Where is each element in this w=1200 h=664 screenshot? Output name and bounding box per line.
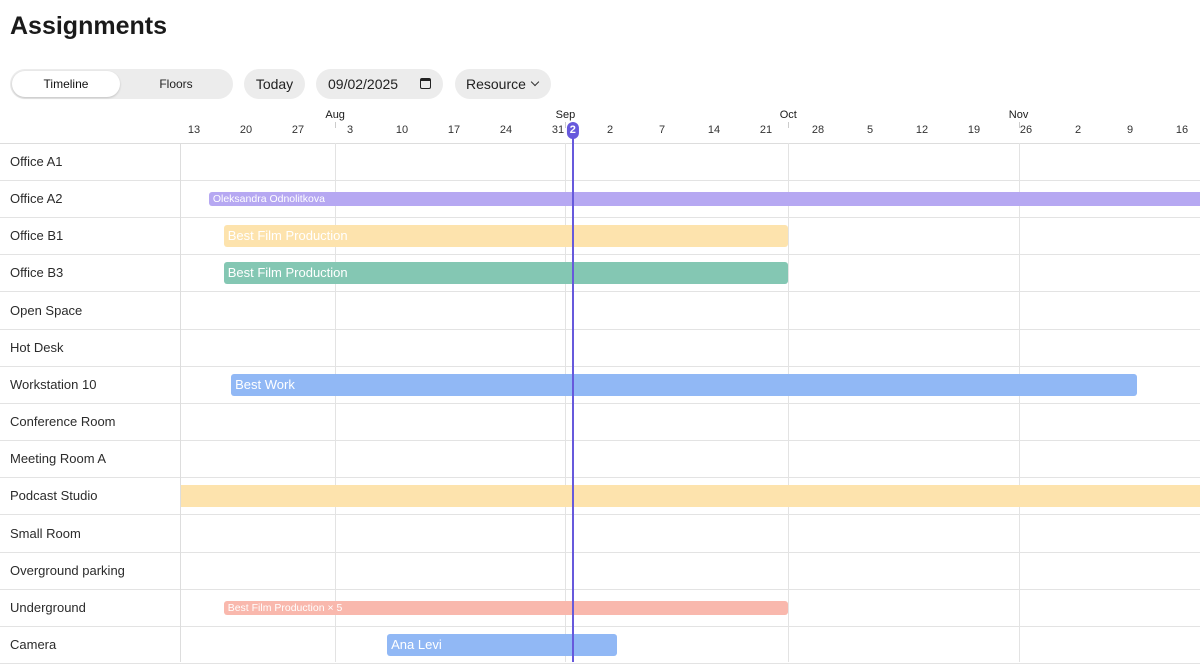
resource-name[interactable]: Open Space [10, 303, 82, 318]
resource-column-divider [180, 143, 181, 662]
tab-floors[interactable]: Floors [122, 71, 230, 97]
date-value: 09/02/2025 [328, 76, 399, 92]
day-label: 13 [187, 124, 201, 136]
day-label: 14 [707, 124, 721, 136]
day-label: 2 [1074, 124, 1082, 136]
chevron-down-icon [530, 77, 540, 87]
booking-bar[interactable]: Oleksandra Odnolitkova [208, 192, 1200, 207]
day-label: 9 [1126, 124, 1134, 136]
day-label: 26 [1019, 124, 1033, 136]
booking-label: Ana Levi [391, 636, 442, 652]
booking-label: Best Film Production [227, 228, 348, 244]
month-label: Nov [1008, 109, 1029, 121]
booking-bar[interactable]: Best Film Production × 5 [223, 600, 789, 615]
resource-name[interactable]: Workstation 10 [10, 377, 96, 392]
resource-name[interactable]: Office A2 [10, 191, 63, 206]
resource-name[interactable]: Office A1 [10, 154, 63, 169]
day-label: 10 [395, 124, 409, 136]
resource-name[interactable]: Meeting Room A [10, 451, 106, 466]
day-label: 28 [811, 124, 825, 136]
month-tick [335, 122, 336, 128]
resource-name[interactable]: Underground [10, 600, 86, 615]
calendar-icon[interactable] [420, 78, 431, 89]
today-marker: 2 [566, 122, 579, 139]
date-input[interactable]: 09/02/2025 [316, 69, 443, 99]
resource-name[interactable]: Office B3 [10, 265, 63, 280]
resource-name[interactable]: Podcast Studio [10, 488, 97, 503]
day-label: 27 [291, 124, 305, 136]
month-label: Oct [779, 109, 797, 121]
month-tick [788, 122, 789, 128]
day-label: 2 [606, 124, 614, 136]
day-label: 31 [551, 124, 565, 136]
booking-label: Best Work [235, 376, 295, 392]
resource-name[interactable]: Camera [10, 637, 56, 652]
resource-name[interactable]: Hot Desk [10, 340, 63, 355]
view-toggle: Timeline Floors [10, 69, 233, 99]
booking-label: Best Film Production [227, 265, 348, 281]
month-label: Sep [555, 109, 576, 121]
day-label: 19 [967, 124, 981, 136]
timeline-grid: Office A1 Office A2 Oleksandra Odnolitkova… [0, 106, 1200, 664]
day-label: 16 [1175, 124, 1189, 136]
booking-bar[interactable]: Best Work [231, 373, 1138, 396]
group-by-dropdown[interactable]: Resource [455, 69, 551, 99]
tab-timeline[interactable]: Timeline [12, 71, 120, 97]
day-label: 24 [499, 124, 513, 136]
day-label: 21 [759, 124, 773, 136]
resource-name[interactable]: Office B1 [10, 228, 63, 243]
day-label: 17 [447, 124, 461, 136]
resource-name[interactable]: Small Room [10, 526, 81, 541]
day-label: 12 [915, 124, 929, 136]
booking-label: Oleksandra Odnolitkova [212, 193, 325, 206]
resource-name[interactable]: Conference Room [10, 414, 116, 429]
day-label: 3 [346, 124, 354, 136]
day-label: 20 [239, 124, 253, 136]
month-label: Aug [325, 109, 345, 121]
day-label: 5 [866, 124, 874, 136]
today-button[interactable]: Today [244, 69, 305, 99]
booking-bar[interactable]: Best Film Production [223, 262, 789, 285]
booking-bar[interactable]: Ana Levi [387, 633, 618, 656]
current-date-line [571, 134, 574, 662]
resource-name[interactable]: Overground parking [10, 563, 125, 578]
day-label: 7 [658, 124, 666, 136]
group-by-label: Resource [466, 76, 526, 92]
booking-bar[interactable]: Best Film Production [223, 225, 789, 248]
booking-label: Best Film Production × 5 [227, 601, 343, 614]
booking-bar[interactable]: Best Film Production [181, 485, 1200, 508]
page-title: Assignments [10, 12, 167, 40]
